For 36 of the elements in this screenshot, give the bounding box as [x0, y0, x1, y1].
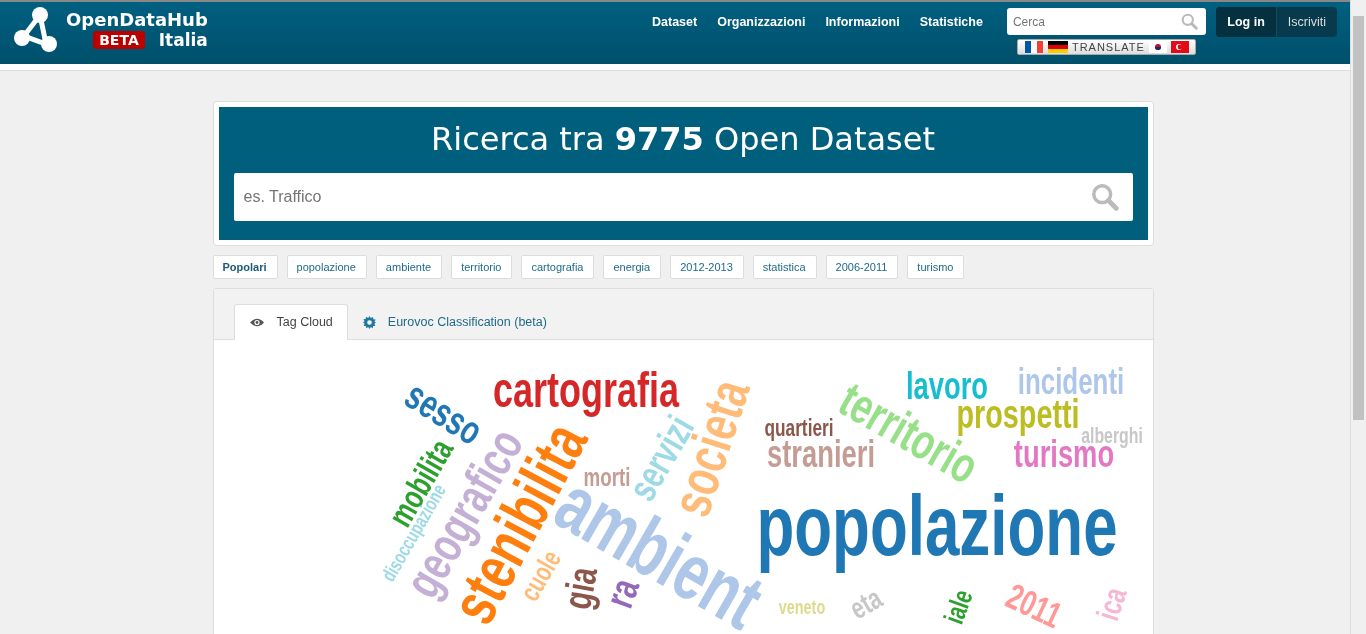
beta-badge: BETA [93, 31, 145, 49]
search-field[interactable]: Cerca [1006, 8, 1206, 35]
tag-link[interactable]: turismo [907, 255, 965, 279]
brand-name[interactable]: OpenDataHub [66, 10, 208, 30]
flag-icon[interactable] [1047, 41, 1068, 53]
cloud-tag[interactable]: iale [937, 585, 980, 629]
nav-link[interactable]: Informazioni [825, 15, 900, 29]
tag-link[interactable]: territorio [451, 255, 513, 279]
nav-link[interactable]: Organizzazioni [717, 15, 806, 29]
tab[interactable]: Eurovoc Classification (beta) [347, 304, 562, 340]
dataset-search-field[interactable]: es. Traffico [233, 173, 1133, 221]
tag-link[interactable]: cartografia [521, 255, 595, 279]
tab[interactable]: Tag Cloud [233, 304, 348, 340]
tag-link[interactable]: 2006-2011 [825, 255, 899, 279]
tag-link[interactable]: statistica [752, 255, 817, 279]
cloud-tag[interactable]: quartieri [763, 414, 834, 442]
flag-icon[interactable] [1148, 41, 1167, 53]
flag-icon[interactable] [1023, 41, 1044, 53]
tag-link[interactable]: Popolari [212, 255, 278, 279]
account-button[interactable]: Iscriviti [1275, 7, 1337, 37]
nav-link[interactable]: Dataset [652, 15, 698, 29]
tag-link[interactable]: 2012-2013 [670, 255, 744, 279]
tag-link[interactable]: ambiente [375, 255, 443, 279]
translate-bar[interactable]: TRANSLATE [1016, 39, 1196, 55]
brand-subtitle[interactable]: Italia [158, 30, 208, 50]
scrollbar[interactable] [1350, 0, 1366, 634]
eye-icon [248, 316, 265, 328]
hero-title: Ricerca tra 9775 Open Dataset [430, 119, 936, 159]
tag-link[interactable]: energia [603, 255, 662, 279]
translate-label[interactable]: TRANSLATE [1071, 41, 1145, 53]
gear-icon [362, 315, 376, 329]
network-logo-icon[interactable] [12, 6, 60, 54]
scrollbar-thumb[interactable] [1353, 16, 1364, 420]
tag-link[interactable]: popolazione [286, 255, 367, 279]
account-button[interactable]: Log in [1216, 7, 1276, 37]
nav-link[interactable]: Statistiche [919, 15, 983, 29]
